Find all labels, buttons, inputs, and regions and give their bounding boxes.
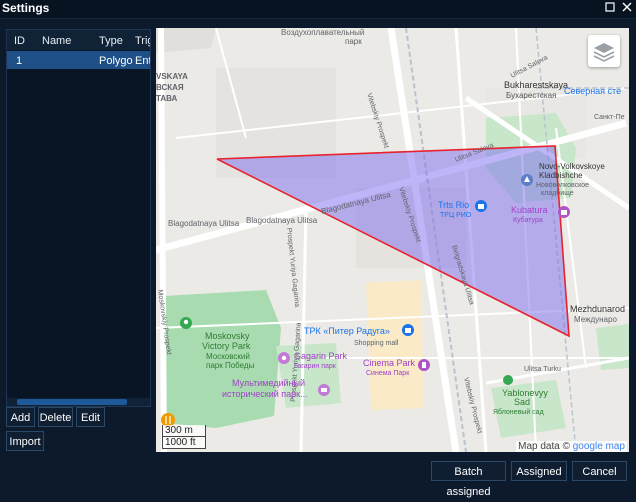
yablonevyy-pin-icon xyxy=(503,375,513,385)
cancel-button[interactable]: Cancel xyxy=(572,461,627,481)
delete-button[interactable]: Delete xyxy=(38,407,73,427)
table-header: ID Name Type Trig xyxy=(7,30,150,50)
raduga-label: ТРК «Питер Радуга» xyxy=(304,326,390,336)
victory-park-pin-icon xyxy=(180,317,192,329)
import-button[interactable]: Import xyxy=(6,431,44,451)
raduga-pin-icon xyxy=(402,324,414,336)
scale-feet: 1000 ft xyxy=(162,437,206,449)
horizontal-scrollbar[interactable] xyxy=(7,398,150,406)
column-header-id[interactable]: ID xyxy=(14,35,25,47)
column-header-trigger[interactable]: Trig xyxy=(135,35,150,47)
novovolkovskoe-ru-label: Нововолковское xyxy=(536,182,589,189)
add-button[interactable]: Add xyxy=(6,407,35,427)
tava-label: ТАВА xyxy=(156,94,178,103)
trts-rio-ru-label: ТРЦ РИО xyxy=(440,212,472,219)
victory-park-ru-label-2: парк Победы xyxy=(206,361,255,370)
multimedia-park-pin-icon xyxy=(318,384,330,396)
map-view[interactable]: Воздухоплавательный парк VSKAYA ВСКАЯ ТА… xyxy=(156,28,629,452)
attribution-brand[interactable]: google map xyxy=(573,441,625,452)
batch-assigned-button[interactable]: Batch assigned xyxy=(431,461,506,498)
title-bar: Settings xyxy=(0,0,636,19)
park-top-label-2: парк xyxy=(345,37,362,46)
severnaya-label: Северная сте xyxy=(564,86,621,96)
trts-rio-pin-icon xyxy=(475,200,487,212)
maximize-icon[interactable] xyxy=(603,1,617,15)
cell-type: Polygo xyxy=(99,55,133,67)
cinema-park-ru-label: Синема Парк xyxy=(366,370,410,377)
yablonevyy-ru-label: Яблоневый сад xyxy=(493,408,544,416)
victory-park-label-2: Victory Park xyxy=(202,341,251,351)
victory-park-label-1: Moskovsky xyxy=(205,331,250,341)
kladbishche-label: Kladbishche xyxy=(539,171,583,180)
vskaya-ru-label: ВСКАЯ xyxy=(156,83,184,92)
window-title: Settings xyxy=(2,1,50,15)
kubatura-label: Kubatura xyxy=(511,205,548,215)
shopping-mall-label: Shopping mall xyxy=(354,340,399,347)
column-header-type[interactable]: Type xyxy=(99,35,123,47)
mezhdunarodnaya-ru-label: Междунаро xyxy=(574,315,617,324)
kubatura-pin-icon xyxy=(558,206,570,218)
bukharestskaya-label: Bukharestskaya xyxy=(504,80,568,90)
assigned-button[interactable]: Assigned xyxy=(511,461,567,481)
multimedia-park-label-2: исторический парк... xyxy=(222,389,308,399)
attribution-text: Map data © xyxy=(518,441,570,452)
yablonevyy-sad-label: Sad xyxy=(514,397,530,407)
scrollbar-thumb[interactable] xyxy=(17,399,127,405)
cell-trigger: Ent xyxy=(135,55,150,67)
turku-label: Ulitsa Turku xyxy=(524,366,561,373)
close-icon[interactable] xyxy=(620,1,634,15)
kladbische-ru-label: кладбище xyxy=(541,189,574,197)
gagarin-park-ru-label: Гагарин парк xyxy=(294,363,337,370)
scale-meters: 300 m xyxy=(162,425,206,437)
novo-volkovskoye-label: Novo-Volkovskoye xyxy=(539,162,605,171)
gagarin-park-label: Gagarin Park xyxy=(294,351,348,361)
victory-park-ru-label-1: Московский xyxy=(206,352,250,361)
blagodatnaya-label-2: Blagodatnaya Ulitsa xyxy=(246,216,318,225)
cemetery-pin-icon xyxy=(521,174,533,186)
map-canvas[interactable]: Воздухоплавательный парк VSKAYA ВСКАЯ ТА… xyxy=(156,28,629,452)
blagodatnaya-label-1: Blagodatnaya Ulitsa xyxy=(168,219,240,228)
table-row[interactable]: 1 Polygo Ent xyxy=(7,51,150,69)
cell-id: 1 xyxy=(16,55,23,67)
cinema-park-label: Cinema Park xyxy=(363,358,416,368)
layers-icon[interactable] xyxy=(588,35,620,67)
kubatura-ru-label: Кубатура xyxy=(513,216,543,224)
multimedia-park-label-1: Мультимедийный xyxy=(232,378,305,388)
bukharestskaya-ru-label: Бухарестская xyxy=(506,91,556,100)
map-attribution: Map data © google map xyxy=(516,441,627,452)
sankt-label: Санкт-Пе xyxy=(594,114,625,121)
cinema-park-pin-icon xyxy=(418,359,430,371)
column-header-name[interactable]: Name xyxy=(42,35,71,47)
edit-button[interactable]: Edit xyxy=(76,407,105,427)
polygon-table: ID Name Type Trig 1 Polygo Ent xyxy=(6,29,151,407)
park-top-label: Воздухоплавательный xyxy=(281,28,364,37)
gagarin-park-pin-icon xyxy=(278,352,290,364)
vskaya-label: VSKAYA xyxy=(156,72,188,81)
map-scale: 300 m 1000 ft xyxy=(162,425,206,449)
trts-rio-label: Trts Rio xyxy=(438,200,469,210)
mezhdunarodnaya-label: Mezhdunarod xyxy=(570,304,625,314)
